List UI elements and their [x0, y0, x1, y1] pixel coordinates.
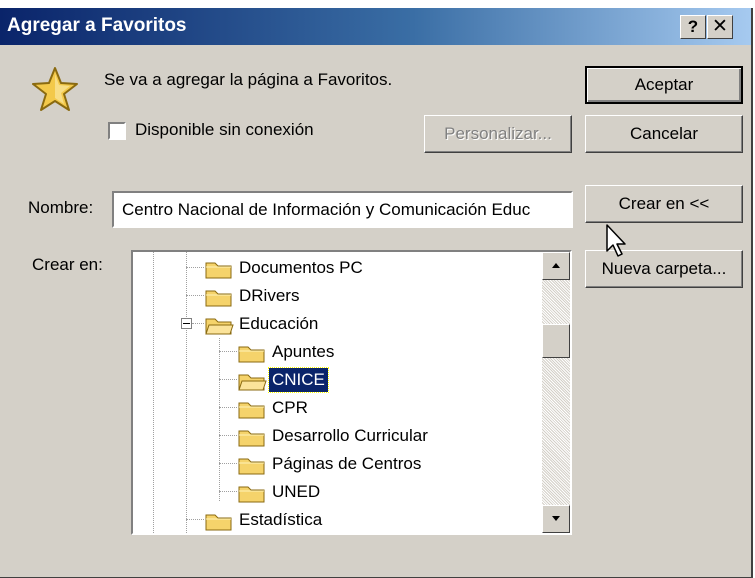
- folder-icon: [238, 346, 265, 363]
- accept-button[interactable]: Aceptar: [585, 66, 743, 104]
- customize-button[interactable]: Personalizar...: [424, 115, 572, 153]
- tree-line: [219, 407, 237, 408]
- window-title: Agregar a Favoritos: [7, 15, 187, 36]
- collapse-toggle-icon[interactable]: [181, 318, 192, 329]
- tree-line: [192, 323, 204, 324]
- folder-icon: [205, 514, 232, 531]
- cancel-button[interactable]: Cancelar: [585, 115, 743, 153]
- close-button[interactable]: ✕: [707, 15, 733, 39]
- tree-item-label: Desarrollo Curricular: [272, 426, 428, 445]
- tree-item-label: DRivers: [239, 286, 300, 305]
- mouse-cursor-icon: [606, 224, 626, 257]
- folder-icon: [238, 402, 265, 419]
- offline-checkbox[interactable]: [108, 122, 126, 140]
- arrow-up-icon: [552, 263, 560, 268]
- tree-item-label: Educación: [239, 314, 319, 333]
- tree-line: [186, 295, 204, 296]
- open-folder-icon: [205, 318, 234, 335]
- folder-icon: [205, 290, 232, 307]
- help-button[interactable]: ?: [680, 15, 706, 39]
- tree-line: [186, 519, 204, 520]
- name-input[interactable]: Centro Nacional de Información y Comunic…: [112, 191, 573, 228]
- add-favorite-dialog: Agregar a Favoritos ? ✕ Se va a agregar …: [0, 8, 753, 578]
- folder-icon: [238, 458, 265, 475]
- folder-icon: [238, 486, 265, 503]
- name-label: Nombre:: [28, 198, 94, 217]
- folder-icon: [238, 430, 265, 447]
- tree-line: [153, 252, 154, 533]
- tree-line: [219, 351, 237, 352]
- folder-icon: [205, 262, 232, 279]
- offline-checkbox-label[interactable]: Disponible sin conexión: [135, 120, 314, 140]
- tree-line: [219, 463, 237, 464]
- tree-item-label: CNICE: [268, 367, 329, 393]
- tree-item-label: UNED: [272, 482, 321, 501]
- scroll-thumb[interactable]: [542, 324, 570, 358]
- tree-line: [219, 338, 220, 501]
- tree-scrollbar[interactable]: [542, 252, 570, 533]
- tree-line: [219, 491, 237, 492]
- tree-line: [219, 379, 237, 380]
- tree-item-label: CPR: [272, 398, 308, 417]
- create-in-label: Crear en:: [32, 255, 103, 274]
- create-in-button[interactable]: Crear en <<: [585, 185, 743, 223]
- scroll-down-button[interactable]: [542, 505, 570, 533]
- scroll-up-button[interactable]: [542, 252, 570, 280]
- tree-item-label: Estadística: [239, 510, 323, 529]
- arrow-down-icon: [552, 516, 560, 521]
- tree-line: [186, 267, 204, 268]
- info-message: Se va a agregar la página a Favoritos.: [104, 70, 393, 89]
- tree-item-label: Apuntes: [272, 342, 335, 361]
- tree-item-label: Páginas de Centros: [272, 454, 422, 473]
- tree-line: [219, 435, 237, 436]
- folder-tree[interactable]: Documentos PC DRivers Educación Apuntes …: [131, 250, 572, 535]
- open-folder-icon: [238, 374, 267, 391]
- title-bar[interactable]: Agregar a Favoritos ? ✕: [0, 8, 751, 45]
- star-icon: [32, 67, 78, 111]
- tree-item-label: Documentos PC: [239, 258, 363, 277]
